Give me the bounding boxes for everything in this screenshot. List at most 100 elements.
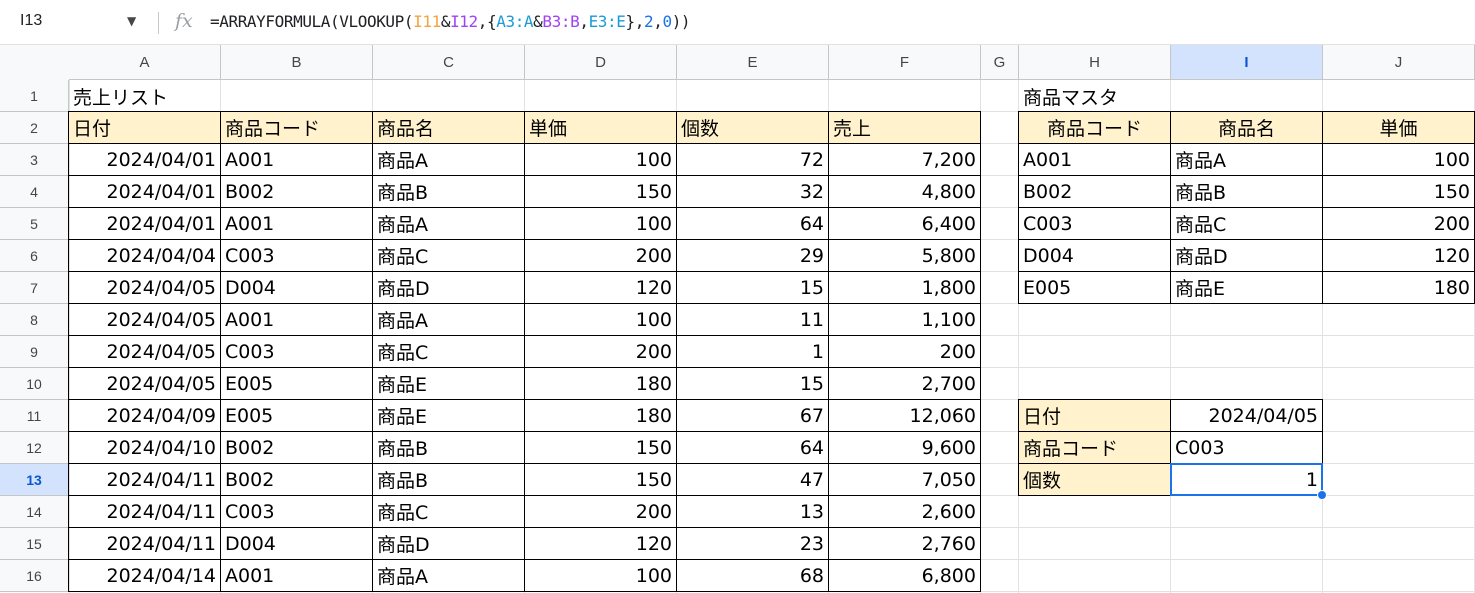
master-data-cell[interactable]: 商品E <box>1170 271 1323 304</box>
sales-data-cell[interactable]: 100 <box>524 559 677 592</box>
sales-data-cell[interactable]: 商品A <box>372 143 525 176</box>
sales-data-cell[interactable]: 15 <box>676 271 829 304</box>
master-data-cell[interactable]: A001 <box>1018 143 1171 176</box>
sales-data-cell[interactable]: 商品C <box>372 495 525 528</box>
sales-data-cell[interactable]: 150 <box>524 175 677 208</box>
column-header-j[interactable]: J <box>1323 45 1475 80</box>
sales-data-cell[interactable]: 商品C <box>372 335 525 368</box>
sales-data-cell[interactable]: 1,800 <box>828 271 981 304</box>
lookup-value-cell[interactable]: C003 <box>1170 431 1323 464</box>
master-data-cell[interactable]: 100 <box>1322 143 1475 176</box>
master-data-cell[interactable]: 200 <box>1322 207 1475 240</box>
sales-data-cell[interactable]: 150 <box>524 431 677 464</box>
row-header-7[interactable]: 7 <box>0 272 69 304</box>
sales-data-cell[interactable]: E005 <box>220 399 373 432</box>
sales-data-cell[interactable]: 2024/04/05 <box>68 335 221 368</box>
sales-data-cell[interactable]: 商品E <box>372 367 525 400</box>
sales-data-cell[interactable]: D004 <box>220 527 373 560</box>
master-data-cell[interactable]: B002 <box>1018 175 1171 208</box>
column-header-g[interactable]: G <box>981 45 1019 80</box>
sales-data-cell[interactable]: 100 <box>524 143 677 176</box>
sales-header-cell[interactable]: 日付 <box>68 111 221 144</box>
row-header-4[interactable]: 4 <box>0 176 69 208</box>
sales-data-cell[interactable]: 100 <box>524 303 677 336</box>
sales-data-cell[interactable]: 23 <box>676 527 829 560</box>
sales-data-cell[interactable]: E005 <box>220 367 373 400</box>
sales-data-cell[interactable]: 商品A <box>372 559 525 592</box>
sales-header-cell[interactable]: 単価 <box>524 111 677 144</box>
row-header-12[interactable]: 12 <box>0 432 69 464</box>
sales-header-cell[interactable]: 売上 <box>828 111 981 144</box>
column-header-f[interactable]: F <box>829 45 981 80</box>
master-data-cell[interactable]: 商品D <box>1170 239 1323 272</box>
sales-data-cell[interactable]: 32 <box>676 175 829 208</box>
sales-data-cell[interactable]: 2024/04/11 <box>68 527 221 560</box>
sales-data-cell[interactable]: B002 <box>220 463 373 496</box>
sales-data-cell[interactable]: 2024/04/01 <box>68 143 221 176</box>
sales-data-cell[interactable]: 2,600 <box>828 495 981 528</box>
sales-data-cell[interactable]: 200 <box>828 335 981 368</box>
sales-data-cell[interactable]: 68 <box>676 559 829 592</box>
sales-data-cell[interactable]: 150 <box>524 463 677 496</box>
sales-data-cell[interactable]: 180 <box>524 367 677 400</box>
master-title[interactable]: 商品マスタ <box>1019 80 1323 112</box>
sales-data-cell[interactable]: D004 <box>220 271 373 304</box>
master-data-cell[interactable]: C003 <box>1018 207 1171 240</box>
sales-data-cell[interactable]: 120 <box>524 271 677 304</box>
sales-data-cell[interactable]: 6,800 <box>828 559 981 592</box>
sales-data-cell[interactable]: 2024/04/04 <box>68 239 221 272</box>
sales-data-cell[interactable]: 2,700 <box>828 367 981 400</box>
sales-data-cell[interactable]: 4,800 <box>828 175 981 208</box>
sales-data-cell[interactable]: 商品D <box>372 527 525 560</box>
sales-data-cell[interactable]: 12,060 <box>828 399 981 432</box>
sales-data-cell[interactable]: 商品A <box>372 207 525 240</box>
sales-data-cell[interactable]: B002 <box>220 431 373 464</box>
sales-data-cell[interactable]: 商品E <box>372 399 525 432</box>
sales-data-cell[interactable]: 64 <box>676 207 829 240</box>
sales-data-cell[interactable]: A001 <box>220 143 373 176</box>
sales-data-cell[interactable]: 15 <box>676 367 829 400</box>
master-data-cell[interactable]: 180 <box>1322 271 1475 304</box>
master-header-cell[interactable]: 商品コード <box>1018 111 1171 144</box>
sales-data-cell[interactable]: 1 <box>676 335 829 368</box>
row-header-15[interactable]: 15 <box>0 528 69 560</box>
master-data-cell[interactable]: 商品C <box>1170 207 1323 240</box>
sales-list-title[interactable]: 売上リスト <box>69 80 373 112</box>
column-header-i[interactable]: I <box>1171 45 1323 80</box>
row-header-6[interactable]: 6 <box>0 240 69 272</box>
column-header-b[interactable]: B <box>221 45 373 80</box>
fill-handle[interactable] <box>1317 490 1327 500</box>
sales-data-cell[interactable]: C003 <box>220 239 373 272</box>
sales-data-cell[interactable]: 商品B <box>372 431 525 464</box>
master-data-cell[interactable]: 150 <box>1322 175 1475 208</box>
row-header-5[interactable]: 5 <box>0 208 69 240</box>
column-header-a[interactable]: A <box>69 45 221 80</box>
sales-data-cell[interactable]: 6,400 <box>828 207 981 240</box>
sales-data-cell[interactable]: 2024/04/10 <box>68 431 221 464</box>
sales-data-cell[interactable]: 商品B <box>372 175 525 208</box>
sales-data-cell[interactable]: 200 <box>524 335 677 368</box>
sales-data-cell[interactable]: 商品A <box>372 303 525 336</box>
sales-data-cell[interactable]: 29 <box>676 239 829 272</box>
sales-data-cell[interactable]: A001 <box>220 207 373 240</box>
lookup-value-cell[interactable]: 2024/04/05 <box>1170 399 1323 432</box>
column-header-e[interactable]: E <box>677 45 829 80</box>
master-data-cell[interactable]: E005 <box>1018 271 1171 304</box>
column-header-h[interactable]: H <box>1019 45 1171 80</box>
sales-data-cell[interactable]: 11 <box>676 303 829 336</box>
spreadsheet-grid[interactable]: 売上リスト 日付 商品コード 商品名 単価 個数 売上 2024/04/01 A001 商品A 10… <box>68 80 1475 593</box>
name-box[interactable]: I13 ▼ <box>0 8 148 36</box>
sales-data-cell[interactable]: 2024/04/11 <box>68 463 221 496</box>
sales-data-cell[interactable]: 2024/04/05 <box>68 303 221 336</box>
master-data-cell[interactable]: 商品A <box>1170 143 1323 176</box>
master-header-cell[interactable]: 単価 <box>1322 111 1475 144</box>
sales-data-cell[interactable]: 200 <box>524 495 677 528</box>
sales-header-cell[interactable]: 商品コード <box>220 111 373 144</box>
sales-header-cell[interactable]: 商品名 <box>372 111 525 144</box>
sales-data-cell[interactable]: 2024/04/09 <box>68 399 221 432</box>
sales-data-cell[interactable]: 2024/04/11 <box>68 495 221 528</box>
sales-data-cell[interactable]: 商品C <box>372 239 525 272</box>
master-header-cell[interactable]: 商品名 <box>1170 111 1323 144</box>
row-header-11[interactable]: 11 <box>0 400 69 432</box>
sales-data-cell[interactable]: 商品D <box>372 271 525 304</box>
